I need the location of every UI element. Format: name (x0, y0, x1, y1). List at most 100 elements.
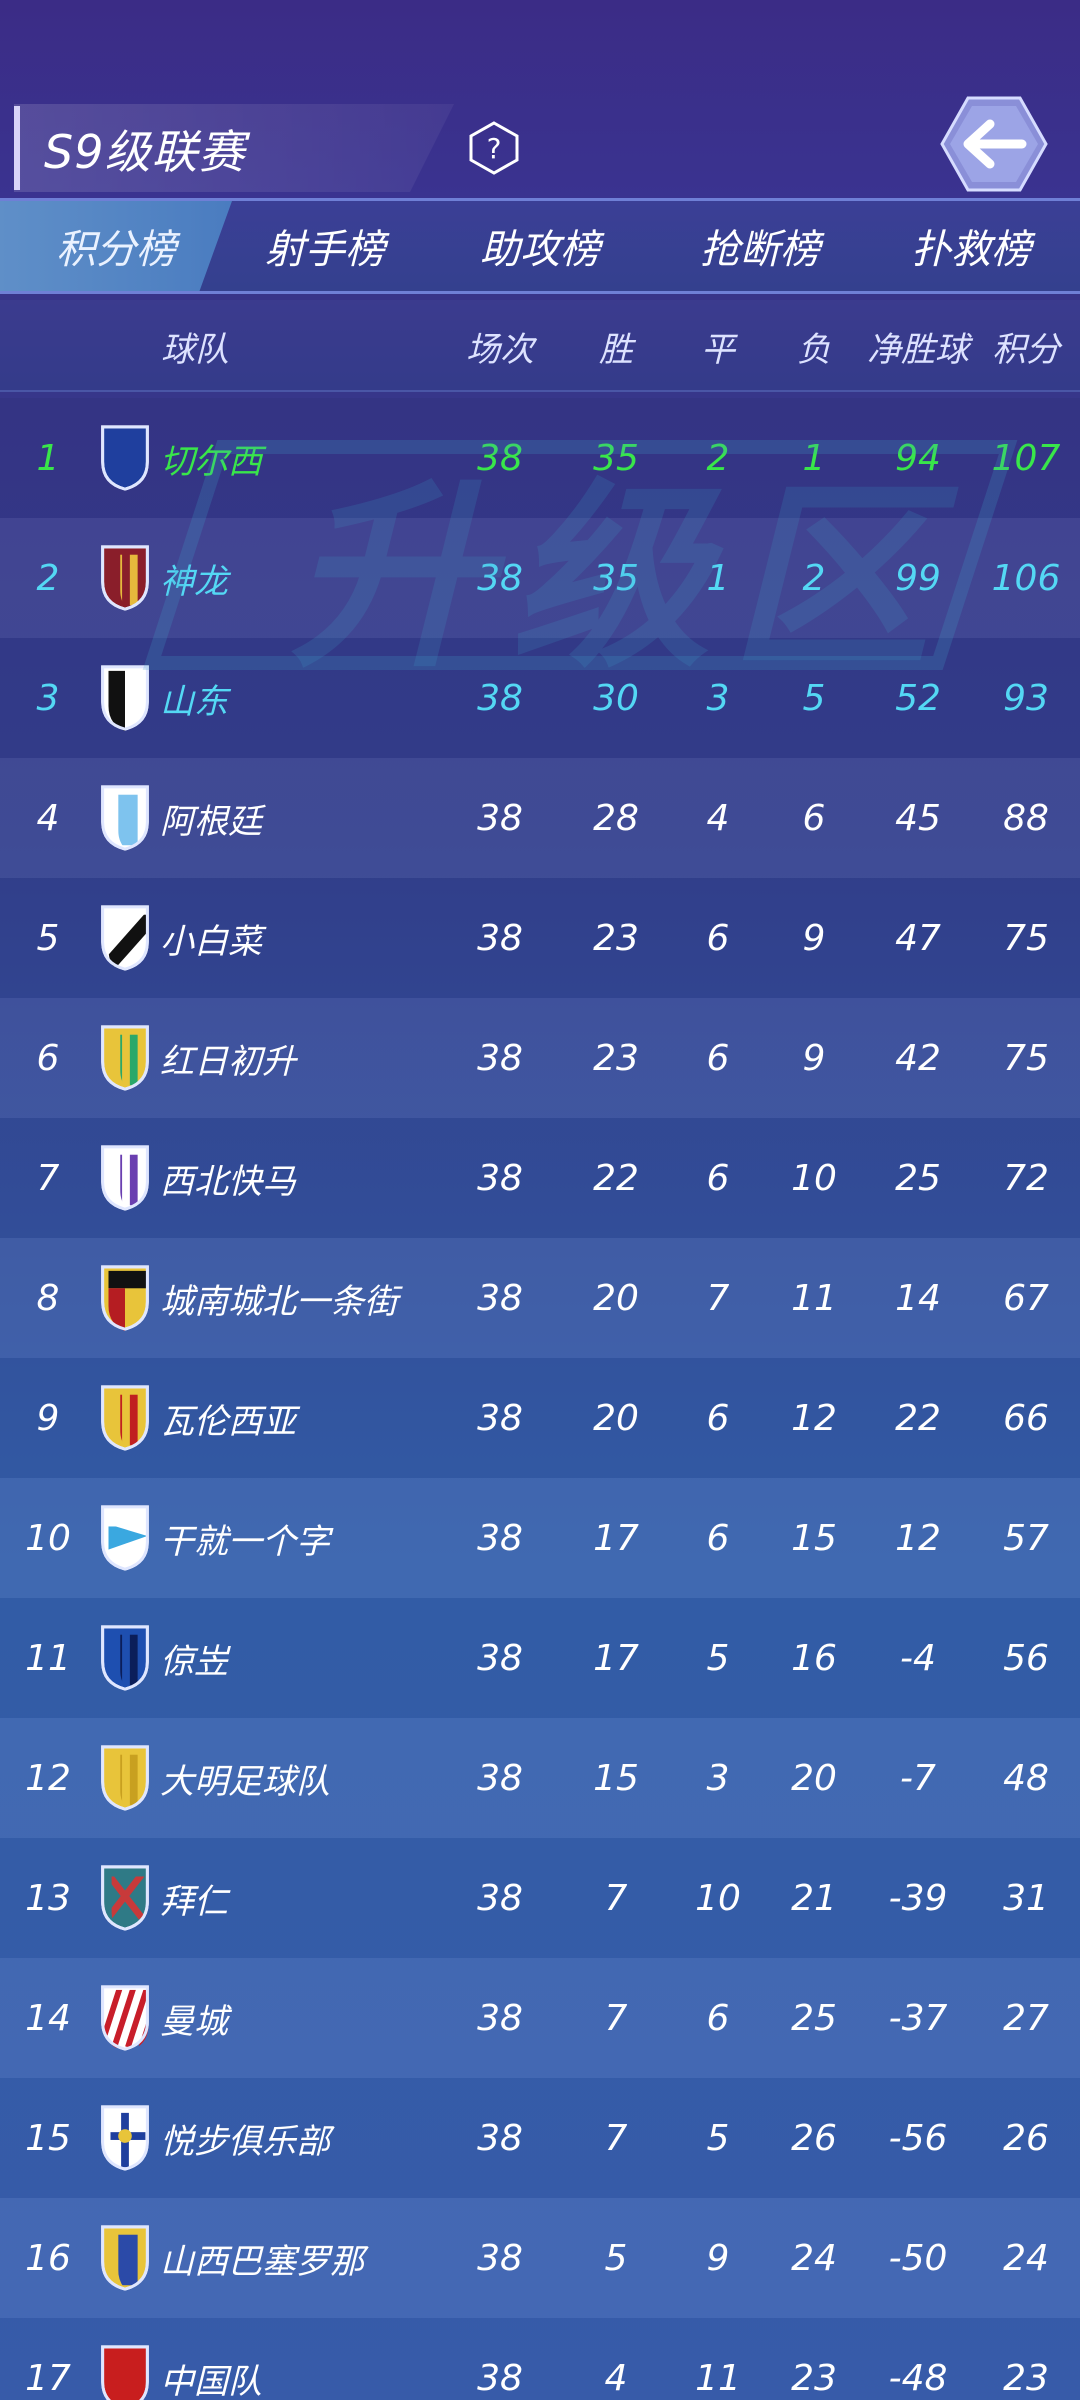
crest-shield-icon (101, 665, 149, 733)
tab-points[interactable]: 积分榜 (0, 201, 232, 291)
crest-shield-icon (101, 905, 149, 971)
points-value: 107 (991, 437, 1061, 479)
points-value: 66 (1003, 1397, 1049, 1439)
crest-shield-icon (101, 1505, 149, 1571)
points-value: 23 (1003, 2357, 1049, 2399)
team-name: 中国队 (160, 2361, 262, 2400)
played-value: 38 (477, 2357, 523, 2399)
team-crest-icon (94, 1358, 156, 1478)
table-row[interactable]: 3 山东 38 30 3 5 52 93 (0, 638, 1080, 758)
lost-value: 10 (791, 1157, 837, 1199)
goal-diff-value: -37 (888, 1997, 948, 2039)
goal-diff-value: -4 (900, 1637, 936, 1679)
help-button[interactable]: ? (468, 120, 520, 176)
table-row[interactable]: 17 中国队 38 4 11 23 -48 23 (0, 2318, 1080, 2400)
won-value: 4 (604, 2357, 628, 2399)
played-value: 38 (477, 797, 523, 839)
back-arrow-icon (940, 96, 1048, 192)
played-value: 38 (477, 1997, 523, 2039)
table-row[interactable]: 1 切尔西 38 35 2 1 94 107 (0, 398, 1080, 518)
crest-shield-icon (101, 2345, 149, 2400)
tab-top-scorers[interactable]: 射手榜 (210, 201, 440, 291)
won-value: 7 (604, 1877, 628, 1919)
goal-diff-value: 25 (895, 1157, 941, 1199)
team-name: 切尔西 (160, 441, 262, 482)
table-row[interactable]: 10 干就一个字 38 17 6 15 12 57 (0, 1478, 1080, 1598)
table-row[interactable]: 2 神龙 38 35 1 2 99 106 (0, 518, 1080, 638)
team-name: 倞岦 (160, 1641, 228, 1682)
team-name: 西北快马 (160, 1161, 296, 1202)
drawn-value: 6 (706, 1997, 730, 2039)
title-accent-bar (14, 106, 20, 190)
points-value: 57 (1003, 1517, 1049, 1559)
table-row[interactable]: 14 曼城 38 7 6 25 -37 27 (0, 1958, 1080, 2078)
rank-number: 9 (36, 1397, 60, 1439)
team-name: 干就一个字 (160, 1521, 330, 1562)
table-row[interactable]: 9 瓦伦西亚 38 20 6 12 22 66 (0, 1358, 1080, 1478)
rank-number: 16 (25, 2237, 71, 2279)
points-value: 67 (1003, 1277, 1049, 1319)
header-played: 场次 (466, 329, 534, 370)
team-name: 小白菜 (160, 921, 262, 962)
won-value: 28 (593, 797, 639, 839)
played-value: 38 (477, 1397, 523, 1439)
played-value: 38 (477, 1277, 523, 1319)
drawn-value: 6 (706, 1517, 730, 1559)
won-value: 7 (604, 2117, 628, 2159)
played-value: 38 (477, 2117, 523, 2159)
points-value: 88 (1003, 797, 1049, 839)
tab-assists[interactable]: 助攻榜 (430, 201, 650, 291)
won-value: 20 (593, 1277, 639, 1319)
team-name: 悦步俱乐部 (160, 2121, 330, 2162)
table-row[interactable]: 7 西北快马 38 22 6 10 25 72 (0, 1118, 1080, 1238)
table-row[interactable]: 5 小白菜 38 23 6 9 47 75 (0, 878, 1080, 998)
goal-diff-value: 94 (895, 437, 941, 479)
team-crest-icon (94, 758, 156, 878)
lost-value: 25 (791, 1997, 837, 2039)
drawn-value: 5 (706, 1637, 730, 1679)
points-value: 93 (1003, 677, 1049, 719)
goal-diff-value: 14 (895, 1277, 941, 1319)
table-row[interactable]: 6 红日初升 38 23 6 9 42 75 (0, 998, 1080, 1118)
table-row[interactable]: 15 悦步俱乐部 38 7 5 26 -56 26 (0, 2078, 1080, 2198)
table-row[interactable]: 12 大明足球队 38 15 3 20 -7 48 (0, 1718, 1080, 1838)
team-name: 瓦伦西亚 (160, 1401, 296, 1442)
tab-tackles[interactable]: 抢断榜 (650, 201, 870, 291)
tab-saves[interactable]: 扑救榜 (862, 201, 1080, 291)
lost-value: 23 (791, 2357, 837, 2399)
rank-number: 7 (36, 1157, 60, 1199)
goal-diff-value: 42 (895, 1037, 941, 1079)
league-title: S9级联赛 (44, 125, 246, 179)
team-crest-icon (94, 2198, 156, 2318)
crest-shield-icon (101, 1025, 149, 1091)
table-row[interactable]: 4 阿根廷 38 28 4 6 45 88 (0, 758, 1080, 878)
team-crest-icon (94, 1958, 156, 2078)
points-value: 106 (991, 557, 1061, 599)
table-row[interactable]: 11 倞岦 38 17 5 16 -4 56 (0, 1598, 1080, 1718)
won-value: 20 (593, 1397, 639, 1439)
played-value: 38 (477, 917, 523, 959)
team-crest-icon (94, 638, 156, 758)
goal-diff-value: -50 (888, 2237, 948, 2279)
crest-shield-icon (101, 425, 149, 491)
won-value: 15 (593, 1757, 639, 1799)
svg-text:?: ? (487, 132, 502, 165)
table-row[interactable]: 13 拜仁 38 7 10 21 -39 31 (0, 1838, 1080, 1958)
played-value: 38 (477, 1757, 523, 1799)
header-drawn: 平 (701, 329, 735, 370)
table-row[interactable]: 8 城南城北一条街 38 20 7 11 14 67 (0, 1238, 1080, 1358)
team-crest-icon (94, 1478, 156, 1598)
crest-shield-icon (101, 1745, 149, 1811)
team-crest-icon (94, 398, 156, 518)
played-value: 38 (477, 557, 523, 599)
crest-shield-icon (101, 1385, 149, 1451)
header-won: 胜 (599, 329, 633, 370)
back-button[interactable] (938, 94, 1050, 194)
rank-number: 13 (25, 1877, 71, 1919)
points-value: 56 (1003, 1637, 1049, 1679)
won-value: 35 (593, 557, 639, 599)
goal-diff-value: -39 (888, 1877, 948, 1919)
team-name: 山东 (160, 681, 228, 722)
table-row[interactable]: 16 山西巴塞罗那 38 5 9 24 -50 24 (0, 2198, 1080, 2318)
won-value: 7 (604, 1997, 628, 2039)
